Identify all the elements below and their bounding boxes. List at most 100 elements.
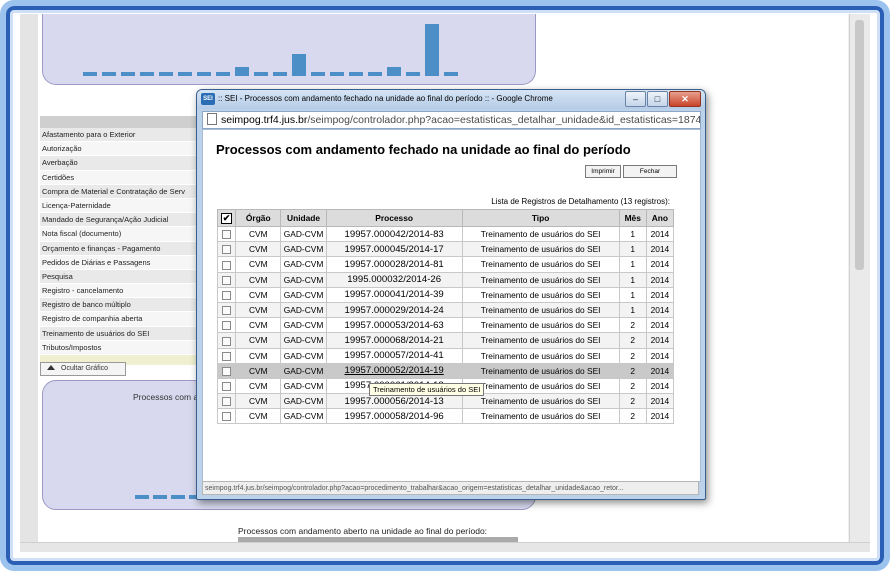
row-checkbox[interactable]	[216, 362, 237, 379]
row-checkbox[interactable]	[216, 286, 237, 303]
row-checkbox[interactable]	[216, 225, 237, 243]
row-checkbox[interactable]	[216, 301, 237, 319]
process-link[interactable]: 19957.000045/2014-17	[345, 244, 444, 255]
list-item[interactable]: Averbação	[40, 156, 218, 171]
checkbox[interactable]	[222, 321, 232, 331]
process-link[interactable]: 19957.000041/2014-39	[345, 289, 444, 300]
list-item[interactable]: Nota fiscal (documento)	[40, 227, 218, 242]
list-item[interactable]: Licença-Paternidade	[40, 198, 218, 214]
cell-ano: 2014	[645, 332, 675, 349]
checkbox[interactable]	[222, 351, 232, 361]
row-checkbox[interactable]	[216, 271, 237, 288]
cell-processo[interactable]: 19957.000068/2014-21	[325, 332, 463, 349]
table-row[interactable]: CVM GAD-CVM 19957.000058/2014-96 Treinament…	[216, 408, 675, 425]
checkbox[interactable]	[222, 366, 232, 376]
checkbox[interactable]	[222, 260, 232, 270]
vertical-scrollbar[interactable]	[849, 14, 870, 552]
list-item[interactable]: Autorização	[40, 142, 218, 157]
table-row[interactable]: CVM GAD-CVM 19957.000042/2014-83 Treinament…	[216, 225, 675, 243]
checkbox[interactable]	[222, 306, 232, 316]
list-item[interactable]: Pesquisa	[40, 269, 218, 285]
process-link[interactable]: 19957.000053/2014-63	[345, 320, 444, 331]
window-titlebar[interactable]: SEI :: SEI - Processos com andamento fec…	[197, 90, 705, 109]
scrollbar-thumb[interactable]	[855, 20, 864, 270]
list-item[interactable]: Afastamento para o Exterior	[40, 128, 218, 143]
print-button[interactable]: Imprimir	[585, 165, 621, 178]
row-checkbox[interactable]	[216, 256, 237, 273]
table-row[interactable]: CVM GAD-CVM 19957.000028/2014-81 Treinament…	[216, 256, 675, 273]
checkbox[interactable]	[222, 230, 232, 240]
chart-bar	[121, 72, 135, 76]
table-row[interactable]: CVM GAD-CVM 19957.000057/2014-41 Treinament…	[216, 347, 675, 364]
cell-orgao: CVM	[235, 271, 282, 288]
cell-mes: 2	[618, 408, 647, 425]
maximize-icon[interactable]: □	[647, 91, 668, 107]
cell-mes: 2	[618, 317, 647, 334]
list-item[interactable]: Registro de companhia aberta	[40, 312, 218, 327]
cell-processo[interactable]: 19957.000057/2014-41	[325, 347, 463, 364]
select-all-checkbox[interactable]: ✔	[216, 209, 237, 227]
row-checkbox[interactable]	[216, 241, 237, 258]
checkbox[interactable]	[222, 275, 232, 285]
hide-chart-button[interactable]: Ocultar Gráfico	[40, 362, 126, 376]
minimize-icon[interactable]: –	[625, 91, 646, 107]
background-chart-bars	[83, 24, 458, 76]
list-item[interactable]: Registro - cancelamento	[40, 284, 218, 299]
row-checkbox[interactable]	[216, 393, 237, 410]
checkbox[interactable]	[222, 336, 232, 346]
checkbox[interactable]	[222, 290, 232, 300]
address-bar[interactable]: seimpog.trf4.jus.br/seimpog/controlador.…	[202, 111, 701, 129]
list-item[interactable]: Certidões	[40, 170, 218, 185]
list-item[interactable]: Treinamento de usuários do SEI	[40, 326, 218, 341]
column-header-tipo: Tipo	[461, 209, 620, 227]
list-item[interactable]: Registro de banco múltiplo	[40, 298, 218, 313]
cell-processo[interactable]: 1995.000032/2014-26	[325, 271, 463, 288]
list-item[interactable]: Compra de Material e Contratação de Serv	[40, 184, 218, 199]
process-link[interactable]: 19957.000057/2014-41	[345, 350, 444, 361]
row-checkbox[interactable]	[216, 408, 237, 425]
table-row[interactable]: CVM GAD-CVM 19957.000053/2014-63 Treinament…	[216, 317, 675, 334]
chart-bar	[178, 72, 192, 76]
list-item[interactable]: Mandado de Segurança/Ação Judicial	[40, 213, 218, 228]
checkbox[interactable]	[222, 412, 232, 422]
horizontal-scrollbar[interactable]	[20, 542, 870, 552]
table-row[interactable]: CVM GAD-CVM 19957.000029/2014-24 Treinament…	[216, 301, 675, 319]
list-item[interactable]: Pedidos de Diárias e Passagens	[40, 255, 218, 270]
cell-tipo: Treinamento de usuários do SEI	[461, 256, 620, 273]
process-link[interactable]: 19957.000068/2014-21	[345, 335, 444, 346]
cell-processo[interactable]: 19957.000042/2014-83	[325, 225, 463, 243]
checkbox[interactable]	[222, 245, 232, 255]
cell-processo[interactable]: 19957.000029/2014-24	[325, 301, 463, 319]
process-link[interactable]: 1995.000032/2014-26	[347, 274, 441, 285]
table-row[interactable]: CVM GAD-CVM 19957.000068/2014-21 Treinament…	[216, 332, 675, 349]
cell-processo[interactable]: 19957.000053/2014-63	[325, 317, 463, 334]
close-icon[interactable]: ✕	[669, 91, 701, 107]
table-row[interactable]: CVM GAD-CVM 1995.000032/2014-26 Treinamento…	[216, 271, 675, 288]
process-link[interactable]: 19957.000058/2014-96	[345, 411, 444, 422]
cell-processo[interactable]: 19957.000052/2014-19	[325, 362, 463, 379]
process-link[interactable]: 19957.000042/2014-83	[345, 229, 444, 240]
cell-processo[interactable]: 19957.000058/2014-96	[325, 408, 463, 425]
process-link[interactable]: 19957.000056/2014-13	[345, 396, 444, 407]
cell-processo[interactable]: 19957.000045/2014-17	[325, 241, 463, 258]
table-row[interactable]: CVM GAD-CVM 19957.000052/2014-19 Treinament…	[216, 362, 675, 379]
triangle-up-icon	[47, 365, 55, 370]
row-checkbox[interactable]	[216, 377, 237, 395]
page-title: Processos com andamento fechado na unida…	[216, 142, 631, 157]
process-link[interactable]: 19957.000028/2014-81	[345, 259, 444, 270]
table-row[interactable]: CVM GAD-CVM 19957.000045/2014-17 Treinament…	[216, 241, 675, 258]
row-checkbox[interactable]	[216, 332, 237, 349]
table-row[interactable]: CVM GAD-CVM 19957.000041/2014-39 Treinament…	[216, 286, 675, 303]
row-checkbox[interactable]	[216, 347, 237, 364]
process-link[interactable]: 19957.000052/2014-19	[345, 365, 444, 376]
popup-window: SEI :: SEI - Processos com andamento fec…	[196, 89, 706, 500]
checkbox[interactable]	[222, 382, 232, 392]
process-link[interactable]: 19957.000029/2014-24	[345, 305, 444, 316]
row-checkbox[interactable]	[216, 317, 237, 334]
list-item[interactable]: Tributos/Impostos	[40, 340, 218, 355]
cell-processo[interactable]: 19957.000041/2014-39	[325, 286, 463, 303]
close-button[interactable]: Fechar	[623, 165, 677, 178]
list-item[interactable]: Orçamento e finanças - Pagamento	[40, 241, 218, 256]
cell-processo[interactable]: 19957.000028/2014-81	[325, 256, 463, 273]
checkbox[interactable]	[222, 397, 232, 407]
